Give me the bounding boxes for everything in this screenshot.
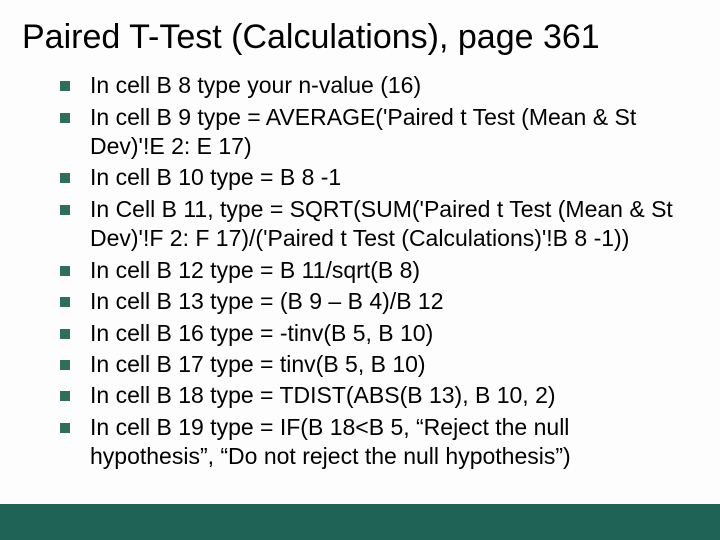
list-item: In Cell B 11, type = SQRT(SUM('Paired t … [60,195,698,254]
list-item: In cell B 13 type = (B 9 – B 4)/B 12 [60,287,698,316]
bullet-list: In cell B 8 type your n-value (16) In ce… [22,71,698,472]
list-item: In cell B 17 type = tinv(B 5, B 10) [60,350,698,379]
list-item: In cell B 19 type = IF(B 18<B 5, “Reject… [60,413,698,472]
list-item: In cell B 9 type = AVERAGE('Paired t Tes… [60,103,698,162]
list-item: In cell B 12 type = B 11/sqrt(B 8) [60,256,698,285]
list-item: In cell B 10 type = B 8 -1 [60,163,698,192]
slide: Paired T-Test (Calculations), page 361 I… [0,0,720,540]
list-item: In cell B 18 type = TDIST(ABS(B 13), B 1… [60,381,698,410]
footer-bar [0,504,720,540]
list-item: In cell B 8 type your n-value (16) [60,71,698,100]
list-item: In cell B 16 type = -tinv(B 5, B 10) [60,319,698,348]
slide-title: Paired T-Test (Calculations), page 361 [22,18,698,57]
